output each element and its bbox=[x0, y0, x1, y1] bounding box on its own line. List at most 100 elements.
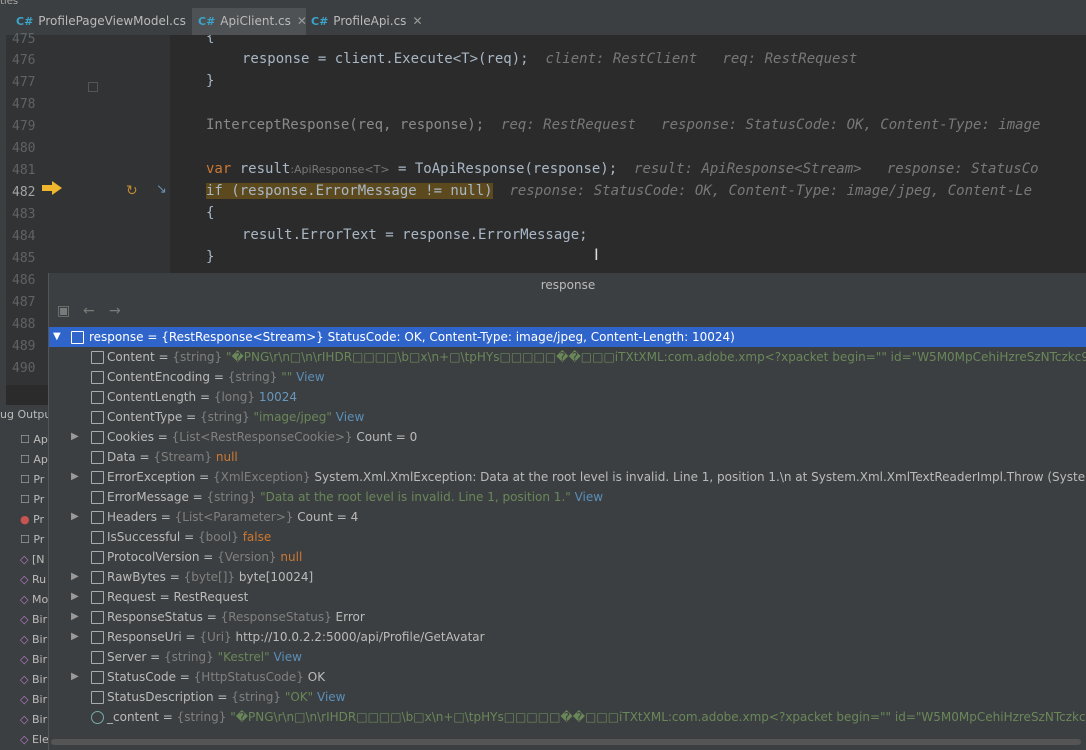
chevron-down-icon[interactable]: ▼ bbox=[53, 327, 63, 347]
tree-row[interactable]: Server = {string} "Kestrel" View bbox=[49, 647, 1086, 667]
debug-list-item[interactable]: ◇ Bir bbox=[20, 673, 47, 686]
chevron-right-icon[interactable]: ▶ bbox=[71, 667, 81, 687]
chevron-right-icon[interactable]: ▶ bbox=[71, 567, 81, 587]
debug-item-label: Ru bbox=[31, 573, 47, 586]
watch-icon[interactable]: ▣ bbox=[57, 303, 70, 319]
tree-row-text: _content = {string} "�PNG\r\n□\n\rIHDR□□… bbox=[107, 707, 1086, 727]
tab-profilepageviewmodel[interactable]: C#ProfilePageViewModel.cs✕ bbox=[10, 8, 202, 35]
tree-row[interactable]: ▶ Cookies = {List<RestResponseCookie>} Co… bbox=[49, 427, 1086, 447]
debug-list-item[interactable]: ☐ Pr bbox=[20, 533, 44, 546]
chevron-right-icon[interactable]: ▶ bbox=[71, 507, 81, 527]
line-number: 484 bbox=[12, 229, 36, 244]
debug-list-item[interactable]: ☐ Pr bbox=[20, 473, 44, 486]
line-number: 476 bbox=[12, 53, 36, 68]
tab-profileapi[interactable]: C# ProfileApi.cs ✕ bbox=[305, 8, 423, 35]
horizontal-scrollbar[interactable] bbox=[49, 737, 1086, 747]
tab-apiclient[interactable]: C# ApiClient.cs ✕ bbox=[192, 8, 307, 35]
field-icon bbox=[91, 391, 104, 404]
debug-list-item[interactable]: ◇ Mo bbox=[20, 593, 48, 606]
tree-row[interactable]: ContentLength = {long} 10024 bbox=[49, 387, 1086, 407]
debug-list-item[interactable]: ☐ Ap bbox=[20, 433, 48, 446]
item-icon: ◇ bbox=[20, 553, 32, 566]
tree-row[interactable]: _content = {string} "�PNG\r\n□\n\rIHDR□□… bbox=[49, 707, 1086, 727]
field-icon bbox=[91, 531, 104, 544]
debug-inspect-popup[interactable]: response ▣ ← → ▼ response = {RestRespons… bbox=[48, 273, 1086, 750]
tree-row[interactable]: ErrorMessage = {string} "Data at the roo… bbox=[49, 487, 1086, 507]
field-icon bbox=[91, 471, 104, 484]
tree-root-row[interactable]: ▼ response = {RestResponse<Stream>} Stat… bbox=[49, 327, 1086, 347]
debug-list-item[interactable]: ◇ Bir bbox=[20, 613, 47, 626]
chevron-right-icon[interactable]: ▶ bbox=[71, 467, 81, 487]
csharp-file-icon: C# bbox=[16, 15, 34, 28]
line-number: 483 bbox=[12, 207, 36, 222]
line-number: 485 bbox=[12, 251, 36, 266]
execution-pointer-icon bbox=[42, 181, 62, 195]
debug-list-item[interactable]: ◇ Bir bbox=[20, 713, 47, 726]
field-value: "�PNG\r\n□\n\rIHDR□□□□\b□x\n+□\tpHYs□□□□… bbox=[225, 350, 1086, 364]
view-link[interactable]: View bbox=[336, 410, 364, 424]
tree-row-text: ResponseStatus = {ResponseStatus} Error bbox=[107, 610, 365, 624]
step-over-icon[interactable]: ↻ bbox=[126, 183, 138, 199]
tree-row[interactable]: ProtocolVersion = {Version} null bbox=[49, 547, 1086, 567]
field-value: 10024 bbox=[258, 390, 297, 404]
debug-list-item[interactable]: ◇ Bir bbox=[20, 633, 47, 646]
debug-list-item[interactable]: ◇ [N bbox=[20, 553, 45, 566]
tree-row[interactable]: ▶ ResponseUri = {Uri} http://10.0.2.2:500… bbox=[49, 627, 1086, 647]
window-title-strip: ties bbox=[0, 0, 1086, 8]
tree-row[interactable]: Data = {Stream} null bbox=[49, 447, 1086, 467]
run-to-cursor-icon[interactable]: ↘ bbox=[156, 182, 167, 197]
line-number: 479 bbox=[12, 119, 36, 134]
field-type: {List<RestResponseCookie>} bbox=[171, 430, 353, 444]
tree-row[interactable]: ▶ StatusCode = {HttpStatusCode} OK bbox=[49, 667, 1086, 687]
back-arrow-icon[interactable]: ← bbox=[83, 303, 95, 319]
tree-row[interactable]: ▶ RawBytes = {byte[]} byte[10024] bbox=[49, 567, 1086, 587]
field-name: ResponseUri bbox=[107, 630, 182, 644]
chevron-right-icon[interactable]: ▶ bbox=[71, 587, 81, 607]
view-link[interactable]: View bbox=[317, 690, 345, 704]
view-link[interactable]: View bbox=[273, 650, 301, 664]
tree-row[interactable]: ▶ Headers = {List<Parameter>} Count = 4 bbox=[49, 507, 1086, 527]
item-icon: ☐ bbox=[20, 473, 34, 486]
view-link[interactable]: View bbox=[575, 490, 603, 504]
field-value: Count = 0 bbox=[356, 430, 418, 444]
chevron-right-icon[interactable]: ▶ bbox=[71, 427, 81, 447]
field-name: Content bbox=[107, 350, 155, 364]
debug-list-item[interactable]: ☐ Ap bbox=[20, 453, 48, 466]
view-link[interactable]: View bbox=[296, 370, 324, 384]
left-tool-strip bbox=[0, 35, 6, 405]
tree-row[interactable]: ▶ Request = RestRequest bbox=[49, 587, 1086, 607]
close-icon[interactable]: ✕ bbox=[412, 14, 422, 28]
debug-list-item[interactable]: ● Pr bbox=[20, 513, 44, 526]
debug-item-label: Bir bbox=[31, 713, 48, 726]
forward-arrow-icon[interactable]: → bbox=[109, 303, 121, 319]
debug-list-item[interactable]: ◇ Bir bbox=[20, 653, 47, 666]
private-field-icon bbox=[91, 711, 104, 724]
debug-list-item[interactable]: ◇ Ru bbox=[20, 573, 46, 586]
tree-row-text: RawBytes = {byte[]} byte[10024] bbox=[107, 570, 314, 584]
field-icon bbox=[91, 411, 104, 424]
tree-row-text: Headers = {List<Parameter>} Count = 4 bbox=[107, 510, 359, 524]
tree-row[interactable]: ▶ ErrorException = {XmlException} System.… bbox=[49, 467, 1086, 487]
chevron-right-icon[interactable]: ▶ bbox=[71, 607, 81, 627]
tree-row[interactable]: Content = {string} "�PNG\r\n□\n\rIHDR□□□… bbox=[49, 347, 1086, 367]
code-line-481: var result:ApiResponse<T> = ToApiRespons… bbox=[206, 161, 1039, 177]
tree-row-text: Content = {string} "�PNG\r\n□\n\rIHDR□□□… bbox=[107, 347, 1086, 367]
code-editor[interactable]: { response = client.Execute<T>(req); cli… bbox=[170, 35, 1086, 275]
chevron-right-icon[interactable]: ▶ bbox=[71, 627, 81, 647]
code-line-479: InterceptResponse(req, response); req: R… bbox=[206, 117, 1040, 133]
tree-row-text: ErrorMessage = {string} "Data at the roo… bbox=[107, 490, 604, 504]
debug-list-item[interactable]: ☐ Pr bbox=[20, 493, 44, 506]
tree-row[interactable]: ContentType = {string} "image/jpeg" View bbox=[49, 407, 1086, 427]
debug-list-item[interactable]: ◇ Bir bbox=[20, 693, 47, 706]
debug-list-item[interactable]: ◇ Ele bbox=[20, 733, 49, 746]
tree-row[interactable]: ▶ ResponseStatus = {ResponseStatus} Error bbox=[49, 607, 1086, 627]
tree-row[interactable]: StatusDescription = {string} "OK" View bbox=[49, 687, 1086, 707]
tree-row[interactable]: IsSuccessful = {bool} false bbox=[49, 527, 1086, 547]
tree-row[interactable]: ContentEncoding = {string} "" View bbox=[49, 367, 1086, 387]
fold-marker-icon[interactable] bbox=[88, 82, 98, 92]
field-icon bbox=[91, 671, 104, 684]
field-value: System.Xml.XmlException: Data at the roo… bbox=[314, 470, 1086, 484]
field-value: "Kestrel" bbox=[217, 650, 270, 664]
scrollbar-thumb[interactable] bbox=[51, 739, 1081, 745]
variable-tree[interactable]: ▼ response = {RestResponse<Stream>} Stat… bbox=[49, 326, 1086, 736]
